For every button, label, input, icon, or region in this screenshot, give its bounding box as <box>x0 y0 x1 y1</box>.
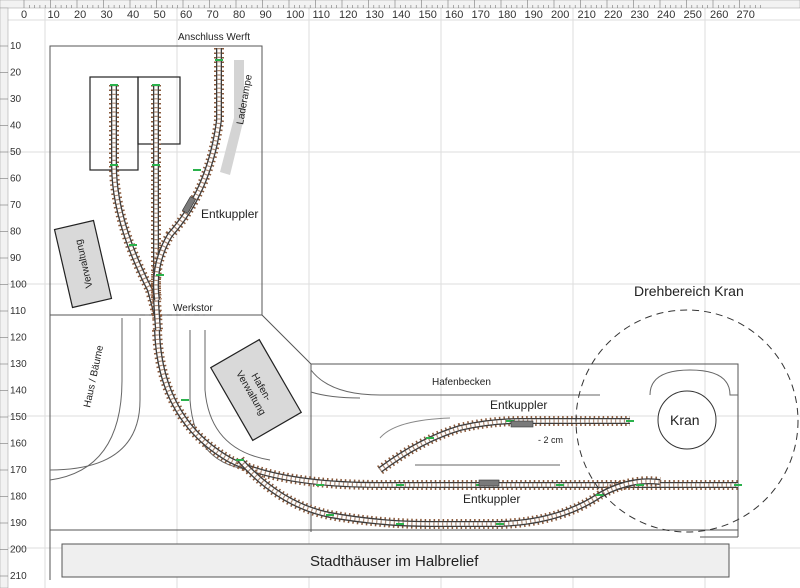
track-joint <box>596 494 604 496</box>
ruler-left-label: 70 <box>10 200 22 211</box>
ruler-left-label: 200 <box>10 545 27 556</box>
ruler-top-label: 110 <box>313 9 331 21</box>
werkstor-label: Werkstor <box>173 303 213 314</box>
ruler-top-label: 0 <box>21 9 27 21</box>
ruler-top-label: 70 <box>207 9 219 21</box>
ruler-left-label: 30 <box>10 94 22 105</box>
entkuppler-upper-label: Entkuppler <box>490 398 547 412</box>
ruler-left-label: 190 <box>10 518 27 529</box>
hafenbecken-label: Hafenbecken <box>432 377 491 388</box>
werft-building-left <box>89 76 181 171</box>
track-plan-canvas: 0 10 20 30 40 50 60 70 80 90 100 110 120 130 140 150 160… <box>0 0 800 588</box>
ruler-left-label: 50 <box>10 147 22 158</box>
ruler-top-label: 20 <box>74 9 86 21</box>
track-joint <box>110 84 118 86</box>
decoupler-upper <box>510 420 534 428</box>
track-joint <box>215 59 223 61</box>
track-joint <box>396 484 404 486</box>
ruler-top-label: 180 <box>498 9 516 21</box>
track-joint <box>556 484 564 486</box>
ruler-top-label: 200 <box>551 9 569 21</box>
verwaltung-building: Verwaltung <box>53 219 113 309</box>
ruler-top-label: 40 <box>127 9 139 21</box>
ruler-top-label: 100 <box>286 9 304 21</box>
track-joint <box>426 437 434 439</box>
track-joint <box>636 484 644 486</box>
ruler-top-label: 10 <box>48 9 60 21</box>
ruler-left-label: 140 <box>10 386 27 397</box>
track-joint <box>316 484 324 486</box>
track-segment <box>377 416 630 475</box>
ruler-top-label: 190 <box>525 9 543 21</box>
ruler-left-label: 110 <box>10 306 26 317</box>
ruler-left-label: 80 <box>10 227 22 238</box>
hafen-verwaltung-building: Hafen- Verwaltung <box>209 338 303 442</box>
track-segment <box>150 48 224 301</box>
ruler-top-label: 60 <box>180 9 192 21</box>
ruler-left-label: 130 <box>10 359 27 370</box>
track-joint <box>236 459 244 461</box>
entkuppler-lower-label: Entkuppler <box>463 492 520 506</box>
ruler-left-label: 90 <box>10 253 22 264</box>
track-joint <box>152 164 160 166</box>
ruler-left-label: 150 <box>10 412 27 423</box>
ruler-left-label: 160 <box>10 439 27 450</box>
ruler-left-label: 10 <box>10 41 22 52</box>
track-segment <box>236 456 661 529</box>
ruler-top-label: 270 <box>737 9 755 21</box>
ruler-top-label: 210 <box>578 9 596 21</box>
ruler-left-label: 20 <box>10 68 22 79</box>
track-joint <box>326 514 334 516</box>
ruler-left-label: 180 <box>10 492 27 503</box>
left-ruler: 10 20 30 40 50 60 70 80 90 100 110 120 130 140 150 160 1… <box>0 7 27 588</box>
ruler-top-label: 150 <box>419 9 437 21</box>
ruler-left-label: 210 <box>10 571 27 582</box>
decoupler-lower <box>478 479 500 487</box>
ruler-top-label: 170 <box>472 9 490 21</box>
track-joint <box>152 84 160 86</box>
ruler-top-label: 240 <box>657 9 675 21</box>
decouplers <box>181 196 534 487</box>
track-joint <box>193 169 201 171</box>
track-joint <box>110 164 118 166</box>
track-joint <box>626 420 634 422</box>
ruler-top-label: 30 <box>101 9 113 21</box>
ruler-left-label: 120 <box>10 333 27 344</box>
ruler-top-label: 50 <box>154 9 166 21</box>
track-joint <box>181 399 189 401</box>
track-joint <box>734 484 742 486</box>
entkuppler-werft-label: Entkuppler <box>201 207 258 221</box>
stadthaeuser-label: Stadthäuser im Halbrelief <box>310 553 479 570</box>
ruler-top-label: 90 <box>260 9 272 21</box>
ruler-top-label: 80 <box>233 9 245 21</box>
track-joint <box>156 274 164 276</box>
ruler-left-label: 60 <box>10 174 22 185</box>
ruler-left-label: 170 <box>10 465 27 476</box>
track-joint <box>129 244 137 246</box>
ruler-top-label: 220 <box>604 9 622 21</box>
ruler-top-label: 120 <box>339 9 357 21</box>
top-ruler: 0 10 20 30 40 50 60 70 80 90 100 110 120 130 140 150 160… <box>0 0 800 21</box>
ruler-top-label: 160 <box>445 9 463 21</box>
ruler-top-label: 130 <box>366 9 384 21</box>
ruler-top-label: 230 <box>631 9 649 21</box>
ruler-left-label: 100 <box>10 280 27 291</box>
kran-label: Kran <box>670 412 700 428</box>
drehbereich-label: Drehbereich Kran <box>634 283 744 299</box>
note-2cm-label: - 2 cm <box>538 435 563 445</box>
track-joint <box>396 523 404 525</box>
track-joint <box>496 523 504 525</box>
ruler-top-label: 250 <box>684 9 702 21</box>
haus-baeume-label: Haus / Bäume <box>82 344 106 409</box>
anschluss-werft-label: Anschluss Werft <box>178 32 250 43</box>
ruler-top-label: 260 <box>710 9 728 21</box>
ruler-left-label: 40 <box>10 121 22 132</box>
ruler-top-label: 140 <box>392 9 410 21</box>
